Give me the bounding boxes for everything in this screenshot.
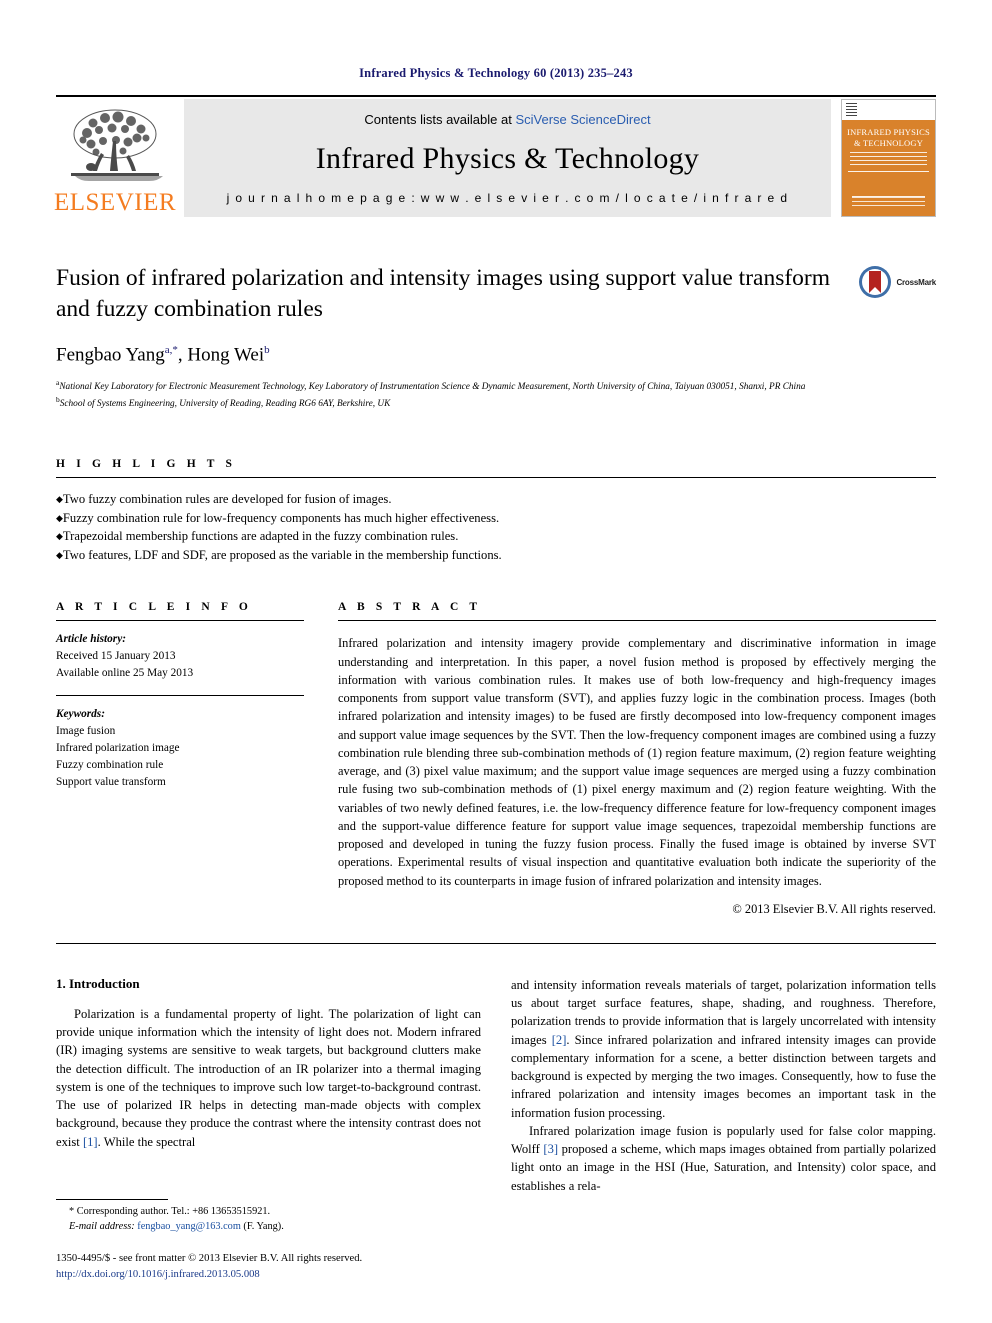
author-2: , Hong Wei	[177, 344, 265, 366]
author-2-affil-marker: b	[264, 344, 270, 357]
crossmark-badge[interactable]: CrossMark	[858, 263, 936, 299]
body-top-rule	[56, 942, 936, 944]
author-list: Fengbao Yanga,*, Hong Weib	[56, 344, 936, 366]
corresponding-author-note: * Corresponding author. Tel.: +86 136535…	[69, 1206, 271, 1218]
contents-available-line: Contents lists available at SciVerse Sci…	[364, 112, 650, 127]
author-1: Fengbao Yang	[56, 344, 165, 366]
section-heading-introduction: 1. Introduction	[56, 975, 140, 991]
title-block: Fusion of infrared polarization and inte…	[56, 263, 936, 325]
bullet-icon: ◆	[56, 512, 63, 523]
article-history-block: Article history: Received 15 January 201…	[56, 631, 304, 682]
cover-subtitle-lines	[850, 152, 927, 167]
imprint-block: 1350-4495/$ - see front matter © 2013 El…	[56, 1251, 476, 1283]
affiliation-a: aNational Key Laboratory for Electronic …	[56, 378, 936, 395]
highlights-list: ◆Two fuzzy combination rules are develop…	[56, 490, 936, 564]
journal-title: Infrared Physics & Technology	[315, 142, 700, 175]
body-columns: 1. Introduction Polarization is a fundam…	[56, 976, 936, 1195]
highlights-heading: H I G H L I G H T S	[56, 458, 237, 471]
article-info-rule	[56, 620, 304, 622]
masthead-top-rule	[56, 95, 936, 97]
running-head: Infrared Physics & Technology 60 (2013) …	[359, 66, 633, 80]
abstract-section: A B S T R A C T Infrared polarization an…	[338, 601, 936, 916]
abstract-rule	[338, 620, 936, 622]
article-info-heading: A R T I C L E I N F O	[56, 601, 252, 614]
body-column-right: and intensity information reveals materi…	[511, 976, 936, 1195]
highlight-text: Two features, LDF and SDF, are proposed …	[62, 547, 502, 562]
paragraph-text-end: . Since infrared polarization and infrar…	[511, 1032, 937, 1120]
keyword-item: Image fusion	[56, 725, 116, 738]
affiliation-b-text: School of Systems Engineering, Universit…	[59, 399, 391, 410]
cover-elsevier-mark-icon	[846, 103, 857, 117]
paper-page: Infrared Physics & Technology 60 (2013) …	[0, 0, 992, 1323]
available-online-date: Available online 25 May 2013	[56, 667, 194, 680]
abstract-text: Infrared polarization and intensity imag…	[338, 636, 936, 888]
masthead-center: Contents lists available at SciVerse Sci…	[184, 99, 831, 217]
keyword-item: Infrared polarization image	[56, 742, 180, 755]
keywords-block: Keywords: Image fusion Infrared polariza…	[56, 706, 304, 791]
list-item: ◆Two fuzzy combination rules are develop…	[56, 490, 936, 509]
citation-ref-3[interactable]: [3]	[543, 1142, 558, 1156]
footnotes-block: * Corresponding author. Tel.: +86 136535…	[56, 1199, 476, 1283]
paragraph: Infrared polarization image fusion is po…	[511, 1122, 936, 1195]
highlights-rule	[56, 477, 936, 479]
contents-prefix: Contents lists available at	[364, 112, 516, 127]
journal-masthead: ELSEVIER Contents lists available at Sci…	[53, 99, 936, 217]
crossmark-icon	[859, 266, 892, 298]
footnote-rule	[56, 1199, 168, 1201]
body-column-left: 1. Introduction Polarization is a fundam…	[56, 976, 481, 1195]
affiliation-b: bSchool of Systems Engineering, Universi…	[56, 395, 936, 412]
article-info-section: A R T I C L E I N F O Article history: R…	[56, 601, 304, 916]
citation-ref-2[interactable]: [2]	[552, 1033, 567, 1047]
journal-cover-thumbnail: INFRARED PHYSICS & TECHNOLOGY	[841, 99, 936, 217]
paragraph-text-end: proposed a scheme, which maps images obt…	[511, 1142, 936, 1193]
cover-journal-title: INFRARED PHYSICS & TECHNOLOGY	[847, 127, 930, 148]
highlight-text: Two fuzzy combination rules are develope…	[62, 492, 392, 507]
abstract-heading: A B S T R A C T	[338, 601, 482, 614]
article-history-label: Article history:	[56, 633, 126, 646]
citation-ref-1[interactable]: [1]	[83, 1135, 98, 1149]
cover-divider	[848, 171, 929, 173]
email-owner: (F. Yang).	[243, 1221, 284, 1233]
highlight-text: Fuzzy combination rule for low-frequency…	[62, 510, 500, 525]
affiliation-a-text: National Key Laboratory for Electronic M…	[59, 382, 806, 393]
keywords-label: Keywords:	[56, 708, 105, 721]
keywords-rule	[56, 695, 304, 697]
paragraph: and intensity information reveals materi…	[511, 976, 936, 1122]
bullet-icon: ◆	[56, 531, 63, 542]
info-abstract-row: A R T I C L E I N F O Article history: R…	[56, 601, 936, 916]
abstract-copyright: © 2013 Elsevier B.V. All rights reserved…	[732, 901, 936, 916]
issn-copyright-line: 1350-4495/$ - see front matter © 2013 El…	[56, 1253, 363, 1265]
cover-footer-lines	[852, 197, 925, 206]
paragraph: Polarization is a fundamental property o…	[56, 1005, 481, 1151]
page-title: Fusion of infrared polarization and inte…	[56, 265, 831, 323]
keyword-item: Fuzzy combination rule	[56, 759, 164, 772]
highlight-text: Trapezoidal membership functions are ada…	[62, 529, 459, 544]
paragraph-text: Polarization is a fundamental property o…	[56, 1006, 481, 1149]
elsevier-logo: ELSEVIER	[53, 99, 177, 217]
list-item: ◆Fuzzy combination rule for low-frequenc…	[56, 509, 936, 528]
elsevier-tree-icon	[71, 109, 163, 181]
cover-footer	[852, 192, 925, 206]
keyword-item: Support value transform	[56, 776, 166, 789]
sciencedirect-link[interactable]: SciVerse ScienceDirect	[515, 112, 650, 127]
bullet-icon: ◆	[56, 549, 63, 560]
bullet-icon: ◆	[56, 494, 63, 505]
affiliations: aNational Key Laboratory for Electronic …	[56, 378, 936, 411]
email-link[interactable]: fengbao_yang@163.com	[137, 1221, 241, 1232]
received-date: Received 15 January 2013	[56, 650, 176, 663]
list-item: ◆Trapezoidal membership functions are ad…	[56, 527, 936, 546]
journal-homepage-line[interactable]: j o u r n a l h o m e p a g e : w w w . …	[227, 191, 789, 205]
paragraph-text-end: . While the spectral	[97, 1134, 196, 1149]
list-item: ◆Two features, LDF and SDF, are proposed…	[56, 546, 936, 565]
email-note: E-mail address: fengbao_yang@163.com (F.…	[56, 1220, 476, 1235]
doi-link[interactable]: http://dx.doi.org/10.1016/j.infrared.201…	[56, 1267, 476, 1283]
email-label: E-mail address:	[69, 1221, 135, 1233]
author-1-affil-marker: a,*	[164, 344, 178, 357]
highlights-section: H I G H L I G H T S ◆Two fuzzy combinati…	[56, 458, 936, 564]
crossmark-label: CrossMark	[896, 277, 936, 287]
elsevier-wordmark: ELSEVIER	[53, 189, 177, 216]
